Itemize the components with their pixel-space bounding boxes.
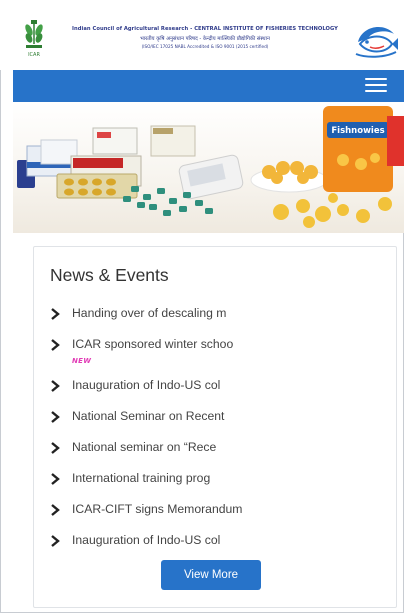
news-events-panel: News & Events Handing over of descaling … (33, 246, 397, 608)
news-link[interactable]: National Seminar on Recent (72, 409, 224, 423)
chevron-right-icon (51, 339, 60, 351)
new-badge: NEW (72, 357, 92, 365)
chevron-right-icon (51, 504, 60, 516)
emblem-text: ICAR (28, 52, 40, 58)
hamburger-menu-icon[interactable] (365, 78, 387, 94)
news-item: ICAR-CIFT signs Memorandum (48, 501, 388, 532)
news-link[interactable]: Inauguration of Indo-US col (72, 533, 220, 547)
news-link[interactable]: ICAR-CIFT signs Memorandum (72, 502, 242, 516)
chevron-right-icon (51, 535, 60, 547)
news-item: National seminar on “Rece (48, 439, 388, 470)
news-item: Handing over of descaling m (48, 305, 388, 336)
chevron-right-icon (51, 473, 60, 485)
news-item: International training prog (48, 470, 388, 501)
chevron-right-icon (51, 380, 60, 392)
chevron-right-icon (51, 442, 60, 454)
top-navbar (13, 70, 404, 102)
news-link[interactable]: ICAR sponsored winter schoo (72, 337, 233, 351)
snack-bag-brand: Fishnowies (331, 126, 384, 136)
icar-emblem-logo[interactable]: ICAR (22, 18, 46, 58)
news-item: National Seminar on Recent (48, 408, 388, 439)
product-banner: Fishnowies (13, 102, 404, 233)
accreditation-text: (ISO/IEC 17025 NABL Accredited & ISO 900… (141, 44, 269, 49)
news-link[interactable]: Handing over of descaling m (72, 306, 226, 320)
news-link[interactable]: International training prog (72, 471, 210, 485)
news-events-heading: News & Events (50, 265, 169, 285)
chevron-right-icon (51, 411, 60, 423)
institute-name-english: Indian Council of Agricultural Research … (72, 26, 338, 32)
news-item: Inauguration of Indo-US col (48, 377, 388, 408)
news-item: Inauguration of Indo-US col (48, 532, 388, 563)
news-link[interactable]: National seminar on “Rece (72, 440, 216, 454)
news-list: Handing over of descaling m ICAR sponsor… (48, 305, 388, 563)
cift-fish-logo[interactable] (354, 20, 398, 60)
institute-title-block: Indian Council of Agricultural Research … (56, 26, 354, 49)
banner-illustration: Fishnowies (17, 106, 404, 228)
view-more-button[interactable]: View More (161, 560, 261, 590)
site-header: ICAR Indian Council of Agricultural Rese… (0, 0, 404, 70)
chevron-right-icon (51, 308, 60, 320)
news-link[interactable]: Inauguration of Indo-US col (72, 378, 220, 392)
news-item: ICAR sponsored winter schoo NEW (48, 336, 388, 377)
institute-name-hindi: भारतीय कृषि अनुसंधान परिषद - केन्द्रीय म… (140, 36, 270, 42)
